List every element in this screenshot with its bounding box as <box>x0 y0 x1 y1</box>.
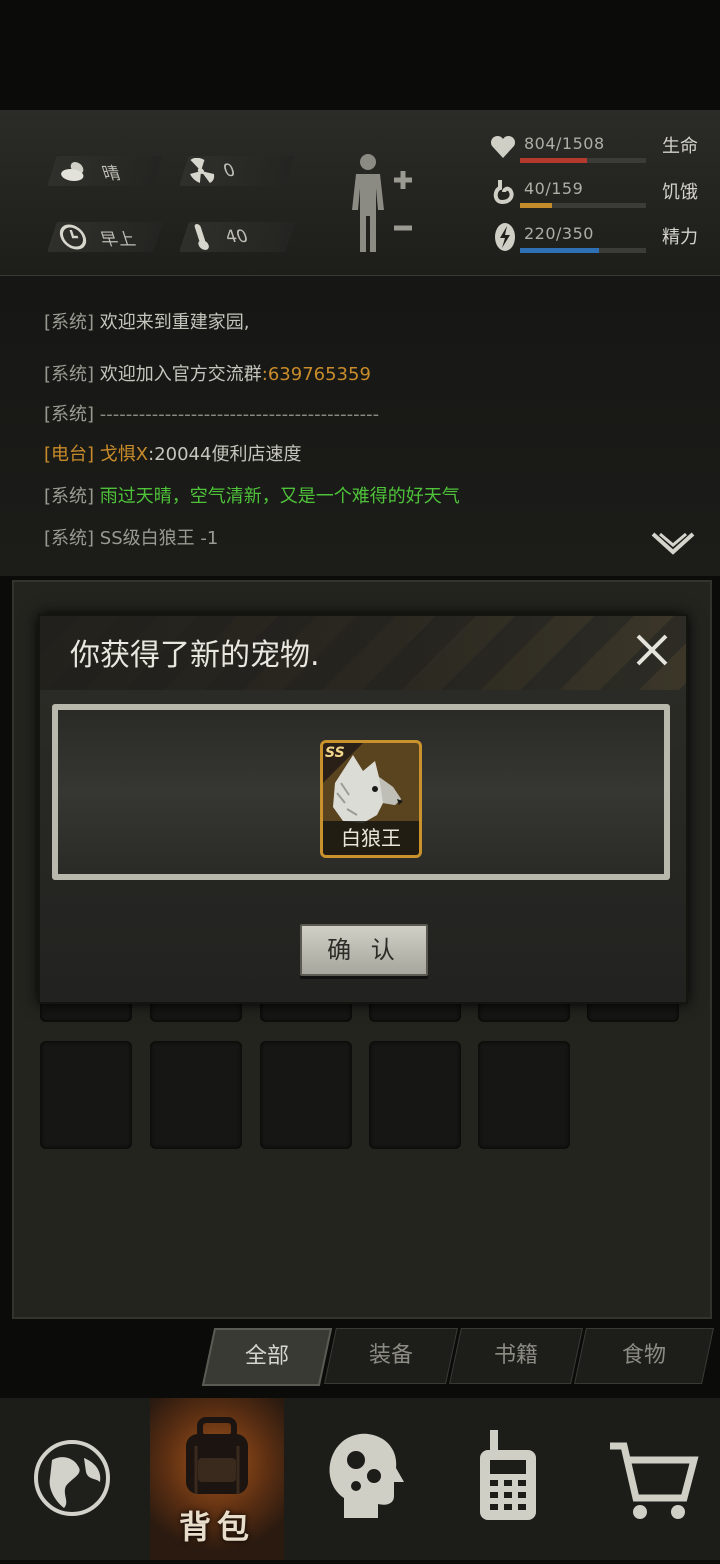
tab-equipment[interactable]: 装备 <box>324 1328 458 1384</box>
nav-backpack-button[interactable]: 背包 <box>150 1398 284 1560</box>
log-line: [电台] 戈惧X:20044便利店速度 <box>44 444 302 465</box>
status-panel: 晴 0 早上 40 804/1508 生命 40/159 饥饿 220/350 … <box>0 110 720 277</box>
new-pet-dialog: 你获得了新的宠物. SS 白狼王 确 认 <box>38 614 688 1004</box>
walkie-talkie-icon <box>480 1430 536 1520</box>
health-label: 生命 <box>662 136 698 157</box>
log-line: [系统] 欢迎来到重建家园, <box>44 312 250 333</box>
stomach-icon <box>493 180 514 205</box>
reward-area: SS 白狼王 <box>58 710 664 874</box>
energy-icon <box>495 223 515 251</box>
log-line: [系统] SS级白狼王 -1 <box>44 528 219 549</box>
tab-all[interactable]: 全部 <box>201 1328 333 1386</box>
head-gears-icon <box>329 1433 404 1518</box>
energy-value: 220/350 <box>524 224 594 243</box>
pet-name: 白狼王 <box>323 821 419 855</box>
energy-label: 精力 <box>662 227 698 248</box>
log-line: [系统] 雨过天晴，空气清新，又是一个难得的好天气 <box>44 486 460 507</box>
radiation-value: 0 <box>220 161 239 181</box>
nav-radio-button[interactable] <box>440 1398 580 1560</box>
shopping-cart-icon <box>610 1442 699 1519</box>
confirm-button[interactable]: 确 认 <box>300 924 428 976</box>
cloud-sun-icon <box>61 162 84 181</box>
health-value: 804/1508 <box>524 134 605 153</box>
backpack-icon <box>186 1417 248 1494</box>
inventory-slot[interactable] <box>478 1041 570 1149</box>
hunger-value: 40/159 <box>524 179 584 198</box>
weather-label: 晴 <box>99 163 124 184</box>
energy-bar <box>520 248 646 253</box>
inventory-slot[interactable] <box>369 1041 461 1149</box>
inventory-slot[interactable] <box>260 1041 352 1149</box>
pet-card[interactable]: SS 白狼王 <box>320 740 422 858</box>
hunger-bar <box>520 203 646 208</box>
log-line: [系统] -----------------------------------… <box>44 404 380 425</box>
inventory-slot[interactable] <box>40 1041 132 1149</box>
bottom-nav: 背包 <box>0 1398 720 1560</box>
body-status-button[interactable] <box>346 152 426 256</box>
inventory-slot[interactable] <box>150 1041 242 1149</box>
message-log[interactable]: [系统] 欢迎来到重建家园, [系统] 欢迎加入官方交流群:639765359 … <box>0 276 720 576</box>
pet-rank-badge: SS <box>325 745 345 761</box>
nav-shop-button[interactable] <box>580 1398 720 1560</box>
dialog-title: 你获得了新的宠物. <box>70 638 320 673</box>
temperature-value: 40 <box>222 227 251 247</box>
health-bar <box>520 158 646 163</box>
hunger-label: 饥饿 <box>662 182 698 203</box>
backpack-label: 背包 <box>178 1508 255 1546</box>
nav-skills-button[interactable] <box>294 1398 434 1560</box>
expand-log-icon[interactable] <box>650 530 696 560</box>
log-line: [系统] 欢迎加入官方交流群:639765359 <box>44 364 371 385</box>
globe-icon <box>34 1440 110 1516</box>
time-label: 早上 <box>97 229 139 250</box>
tab-books[interactable]: 书籍 <box>449 1328 583 1384</box>
body-figure-icon <box>352 154 412 252</box>
heart-icon <box>490 135 516 158</box>
tab-food[interactable]: 食物 <box>574 1328 714 1384</box>
reward-box: SS 白狼王 <box>52 704 670 880</box>
nav-world-button[interactable] <box>4 1398 144 1560</box>
close-icon[interactable] <box>632 630 672 670</box>
